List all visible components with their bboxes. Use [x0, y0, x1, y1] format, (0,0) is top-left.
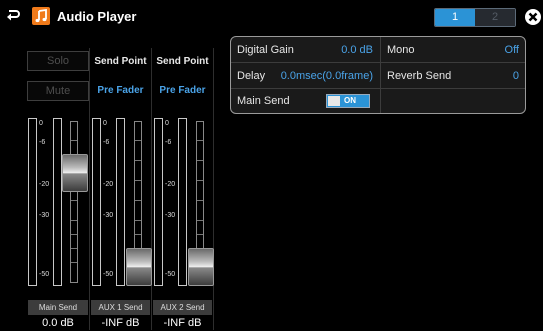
send-point-label: Send Point [94, 56, 147, 67]
fader-track[interactable] [70, 121, 78, 283]
channel-name: Main Send [28, 300, 88, 315]
title-bar: Audio Player 1 2 [0, 0, 543, 34]
settings-panel: Digital Gain 0.0 dB Mono Off Delay 0.0ms… [230, 36, 526, 114]
return-arrow-icon[interactable] [6, 9, 20, 23]
level-meter [178, 118, 187, 286]
level-meter [92, 118, 101, 286]
column-divider [213, 48, 214, 330]
reverb-send-value[interactable]: 0 [471, 70, 519, 82]
page-tab-2[interactable]: 2 [475, 9, 515, 26]
channel-strip-aux2-send: 0 -6 -20 -30 -50 [152, 118, 214, 290]
close-circle-icon[interactable] [524, 8, 542, 26]
page-title: Audio Player [57, 9, 137, 24]
mute-button[interactable]: Mute [27, 81, 89, 101]
send-point-label: Send Point [156, 56, 209, 67]
delay-label: Delay [237, 70, 266, 82]
page-tab-1[interactable]: 1 [435, 9, 475, 26]
send-point-value[interactable]: Pre Fader [152, 85, 213, 96]
channel-level: 0.0 dB [42, 317, 74, 329]
music-note-icon [32, 7, 50, 25]
fader-knob[interactable] [126, 248, 152, 286]
page-selector: 1 2 [434, 8, 516, 27]
toggle-state-label: ON [344, 96, 356, 105]
solo-button[interactable]: Solo [27, 51, 89, 71]
level-meter [53, 118, 62, 286]
send-point-value[interactable]: Pre Fader [90, 85, 151, 96]
digital-gain-label: Digital Gain [237, 44, 294, 56]
main-send-toggle[interactable]: ON [326, 94, 370, 108]
fader-knob[interactable] [62, 154, 88, 192]
level-meter [28, 118, 37, 286]
main-send-label: Main Send [237, 95, 290, 107]
row-divider [231, 62, 525, 63]
channel-level: -INF dB [163, 317, 202, 329]
channel-strip-aux1-send: 0 -6 -20 -30 -50 [90, 118, 152, 290]
row-divider [231, 88, 525, 89]
column-divider [380, 37, 381, 113]
channel-name: AUX 2 Send [153, 300, 212, 315]
digital-gain-value[interactable]: 0.0 dB [301, 44, 373, 56]
channel-level: -INF dB [101, 317, 140, 329]
toggle-knob [328, 96, 340, 106]
delay-value[interactable]: 0.0msec(0.0frame) [275, 70, 373, 82]
mono-label: Mono [387, 44, 415, 56]
level-meter [154, 118, 163, 286]
level-meter [116, 118, 125, 286]
channel-name: AUX 1 Send [91, 300, 150, 315]
channel-strip-main-send: 0 -6 -20 -30 -50 [28, 118, 88, 290]
fader-knob[interactable] [188, 248, 214, 286]
reverb-send-label: Reverb Send [387, 70, 452, 82]
mono-value[interactable]: Off [451, 44, 519, 56]
